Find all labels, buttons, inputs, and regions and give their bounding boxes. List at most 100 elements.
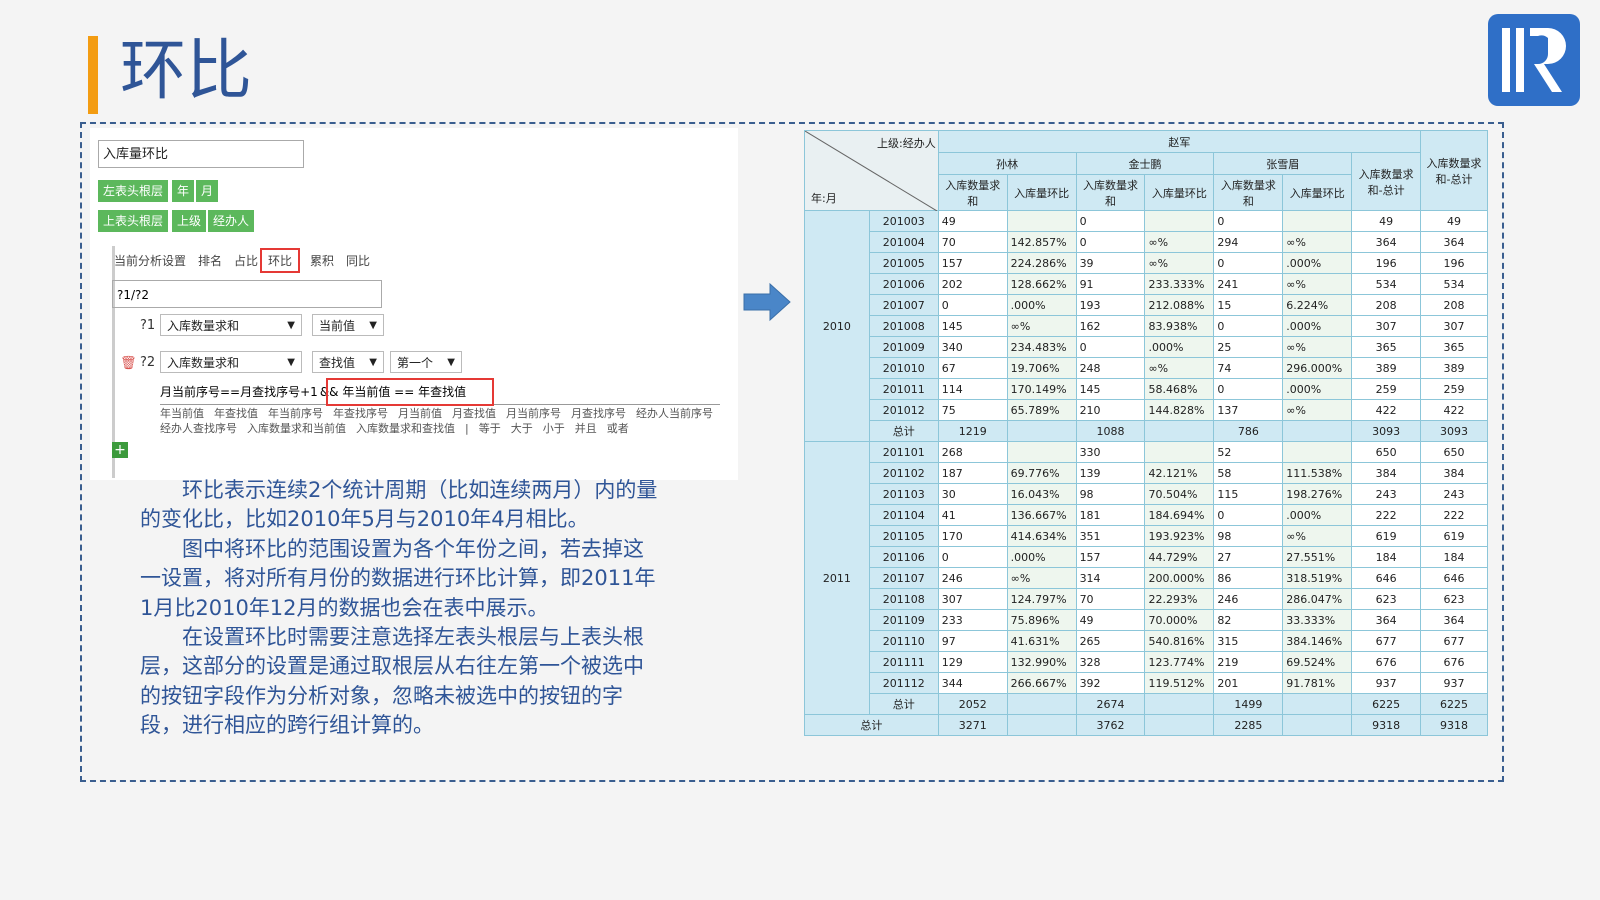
condition-hint[interactable]: 经办人当前序号	[636, 407, 713, 420]
table-cell: 69.524%	[1282, 651, 1353, 673]
table-cell: ∞%	[1144, 231, 1215, 253]
month-cell: 201007	[868, 294, 939, 316]
table-cell: 0	[1075, 210, 1146, 232]
table-cell: 187	[937, 462, 1008, 484]
table-cell: 70.000%	[1144, 609, 1215, 631]
condition-hint[interactable]: 年当前值	[160, 407, 204, 420]
table-cell: 340	[937, 336, 1008, 358]
table-cell: 266.667%	[1006, 672, 1077, 694]
condition-hint[interactable]: 月当前值	[398, 407, 442, 420]
condition-hint[interactable]: 入库数量求和查找值	[356, 422, 455, 435]
table-cell: 210	[1075, 399, 1146, 421]
table-row: 201009 340 234.483% 0.000% 25 ∞% 365 365	[805, 336, 1488, 358]
condition-hint[interactable]: 大于	[511, 422, 533, 435]
table-cell: 212.088%	[1144, 294, 1215, 316]
param1-mode-select[interactable]: 当前值 ▼	[312, 314, 384, 336]
table-cell: 0	[1213, 315, 1284, 337]
tab-yoy[interactable]: 同比	[346, 252, 370, 269]
table-cell: 184	[1420, 546, 1488, 568]
condition-hint[interactable]: |	[465, 422, 469, 435]
condition-hint[interactable]: 经办人查找序号	[160, 422, 237, 435]
title-accent-bar	[88, 36, 98, 114]
table-row: 201111 129 132.990% 328 123.774% 219 69.524% 67…	[805, 651, 1488, 673]
tab-share[interactable]: 占比	[234, 252, 258, 269]
table-cell: 619	[1351, 525, 1422, 547]
tab-mom[interactable]: 环比	[260, 248, 301, 273]
table-cell: 259	[1351, 378, 1422, 400]
condition-hint[interactable]: 并且	[575, 422, 597, 435]
table-cell: 384	[1420, 462, 1488, 484]
left-header-month-button[interactable]: 月	[196, 180, 219, 202]
condition-hint[interactable]: 等于	[479, 422, 501, 435]
condition-hint[interactable]: 年当前序号	[268, 407, 323, 420]
table-cell: 42.121%	[1144, 462, 1215, 484]
chevron-down-icon: ▼	[447, 357, 455, 368]
table-cell: 296.000%	[1282, 357, 1353, 379]
tab-cumulative[interactable]: 累积	[310, 252, 334, 269]
table-cell: 389	[1420, 357, 1488, 379]
table-cell: 193.923%	[1144, 525, 1215, 547]
total-cell: 3093	[1420, 420, 1488, 442]
plus-icon[interactable]: +	[112, 442, 128, 458]
analysis-name-input[interactable]: 入库量环比	[98, 140, 304, 168]
top-header-agent-button[interactable]: 经办人	[208, 210, 255, 232]
table-cell: 98	[1213, 525, 1284, 547]
tab-rank[interactable]: 排名	[198, 252, 222, 269]
table-cell: 25	[1213, 336, 1284, 358]
table-cell: 365	[1351, 336, 1422, 358]
condition-hints: 年当前值 年查找值 年当前序号 年查找序号 月当前值 月查找值 月当前序号 月查找序号 经办人当…	[160, 406, 724, 436]
condition-hint[interactable]: 月当前序号	[506, 407, 561, 420]
param2-pick-select[interactable]: 第一个 ▼	[390, 351, 462, 373]
total-cell: 1499	[1213, 693, 1284, 715]
table-cell: 623	[1351, 588, 1422, 610]
condition-hint[interactable]: 年查找值	[214, 407, 258, 420]
total-cell: 6225	[1351, 693, 1422, 715]
month-cell: 201003	[868, 210, 939, 232]
condition-hint[interactable]: 入库数量求和当前值	[247, 422, 346, 435]
top-header-root-button[interactable]: 上表头根层	[98, 210, 169, 232]
table-cell: 246	[1213, 588, 1284, 610]
table-cell: ∞%	[1282, 399, 1353, 421]
top-header-supervisor-button[interactable]: 上级	[172, 210, 207, 232]
tab-current-settings[interactable]: 当前分析设置	[114, 252, 186, 269]
table-row: 201112 344 266.667% 392 119.512% 201 91.781% 93…	[805, 672, 1488, 694]
table-cell: 233	[937, 609, 1008, 631]
total-cell	[1006, 420, 1077, 442]
table-cell: 91.781%	[1282, 672, 1353, 694]
table-cell: 124.797%	[1006, 588, 1077, 610]
trash-icon[interactable]: 🗑	[120, 356, 137, 371]
table-cell: 27.551%	[1282, 546, 1353, 568]
left-header-root-button[interactable]: 左表头根层	[98, 180, 169, 202]
table-cell: 315	[1213, 630, 1284, 652]
formula-input[interactable]: ?1/?2	[112, 280, 382, 308]
param1-field-select[interactable]: 入库数量求和 ▼	[160, 314, 302, 336]
month-cell: 201102	[868, 462, 939, 484]
month-cell: 201004	[868, 231, 939, 253]
table-cell: 144.828%	[1144, 399, 1215, 421]
condition-hint[interactable]: 小于	[543, 422, 565, 435]
table-cell: 330	[1075, 441, 1146, 463]
condition-hint[interactable]: 月查找序号	[571, 407, 626, 420]
table-row: 201103 30 16.043% 98 70.504% 115 198.276% 243 24…	[805, 483, 1488, 505]
condition-hint[interactable]: 年查找序号	[333, 407, 388, 420]
table-cell: 318.519%	[1282, 567, 1353, 589]
condition-hint[interactable]: 月查找值	[452, 407, 496, 420]
month-cell: 201012	[868, 399, 939, 421]
left-header-year-button[interactable]: 年	[172, 180, 195, 202]
table-cell: 677	[1351, 630, 1422, 652]
month-cell: 201108	[868, 588, 939, 610]
table-cell: 137	[1213, 399, 1284, 421]
table-cell: 201	[1213, 672, 1284, 694]
table-cell: ∞%	[1282, 336, 1353, 358]
table-cell: 119.512%	[1144, 672, 1215, 694]
param2-field-select[interactable]: 入库数量求和 ▼	[160, 351, 302, 373]
chevron-down-icon: ▼	[369, 357, 377, 368]
condition-hint[interactable]: 或者	[607, 422, 629, 435]
param2-mode-select[interactable]: 查找值 ▼	[312, 351, 384, 373]
table-cell: 677	[1420, 630, 1488, 652]
table-cell: 128.662%	[1006, 273, 1077, 295]
total-cell: 2052	[937, 693, 1008, 715]
table-cell	[1144, 210, 1215, 232]
month-cell: 201009	[868, 336, 939, 358]
table-row: 201108 307 124.797% 70 22.293% 246 286.047% 623…	[805, 588, 1488, 610]
